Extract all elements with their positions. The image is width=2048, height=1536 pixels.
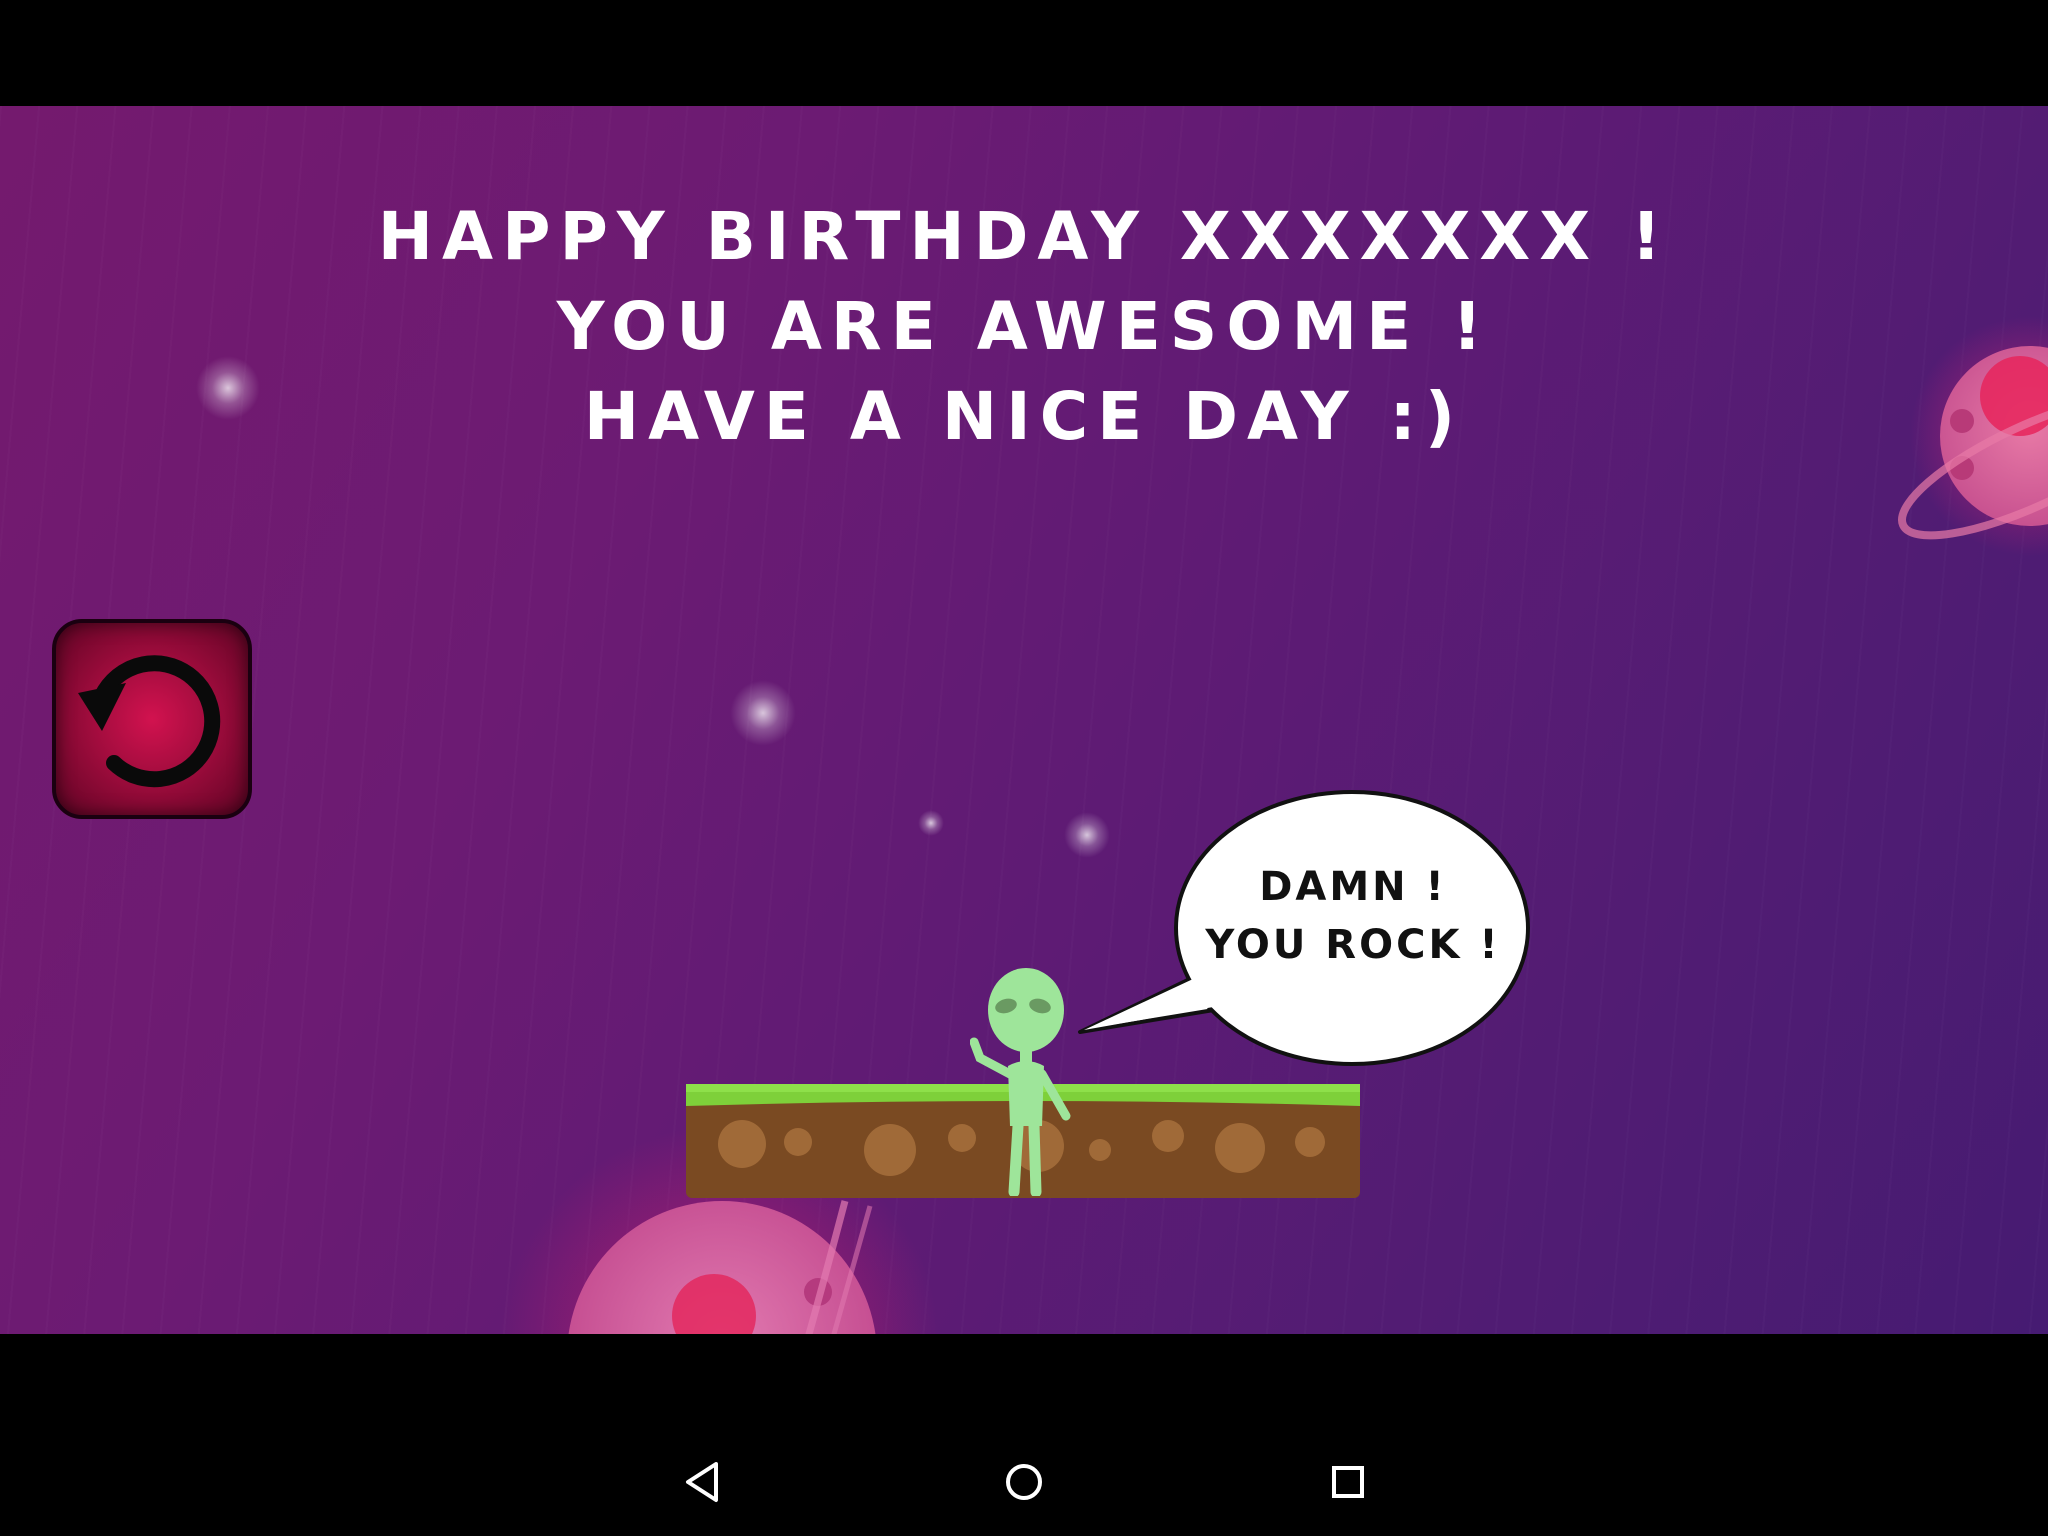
speech-line-2: YOU ROCK ! [1205,922,1501,968]
glow-star [918,810,944,836]
home-circle-icon[interactable] [994,1452,1054,1512]
speech-line-1: DAMN ! [1259,864,1447,910]
game-scene: HAPPY BIRTHDAY XXXXXXX ! YOU ARE AWESOME… [0,106,2048,1334]
message-line-1: HAPPY BIRTHDAY XXXXXXX ! [377,198,1671,275]
alien-character [970,968,1071,1196]
glow-star [730,680,796,746]
restart-button[interactable] [52,619,252,819]
message-line-2: YOU ARE AWESOME ! [556,288,1492,365]
message-line-3: HAVE A NICE DAY :) [583,378,1465,455]
speech-bubble-text: DAMN ! YOU ROCK ! [1178,858,1528,974]
recents-square-icon[interactable] [1318,1452,1378,1512]
back-triangle-icon[interactable] [672,1452,732,1512]
restart-icon [78,655,221,788]
status-bar [0,0,2048,106]
birthday-message: HAPPY BIRTHDAY XXXXXXX ! YOU ARE AWESOME… [0,192,2048,462]
